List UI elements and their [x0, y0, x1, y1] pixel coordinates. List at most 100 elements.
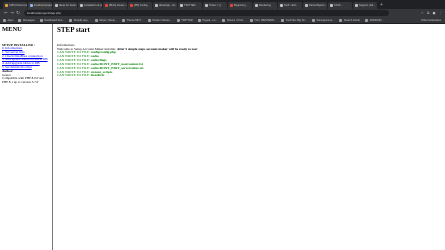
browser-tab[interactable]: Stuff - Ecli...	[278, 2, 302, 9]
write-check-prefix: CAN WRITE TO FILE:	[57, 73, 91, 78]
browser-tab[interactable]: localhost/project/ins...	[28, 2, 52, 9]
profile-icon[interactable]: ●	[432, 11, 435, 15]
bookmark-item[interactable]: Search Article	[339, 18, 360, 22]
bookmark-icon	[176, 18, 180, 22]
bookmark-icon	[339, 18, 343, 22]
browser-tab[interactable]: Ticket: / [ ]	[203, 2, 227, 9]
bookmarks-bar: Apps Messages Dashboard Soc... Shopify app.…	[0, 17, 445, 24]
reload-icon[interactable]: ↻	[15, 11, 21, 16]
bookmark-label: ISC | WESTERN...	[254, 18, 277, 22]
menu-icon[interactable]: ⋮	[439, 11, 443, 15]
bookmark-item[interactable]: Shopify app...	[69, 18, 90, 22]
tab-label: CMS DirectoryCoreCtrl...	[9, 4, 27, 7]
browser-tab[interactable]: IdeasApp - Hc...	[153, 2, 177, 9]
browser-tab[interactable]: Rendering	[253, 2, 277, 9]
tab-label: Ticket: / [ ]	[209, 4, 221, 7]
tab-favicon-icon	[155, 4, 158, 7]
bookmark-item[interactable]: YouTube: Big Kti...	[281, 18, 307, 22]
tab-favicon-icon	[80, 4, 83, 7]
tab-label: localhost/project/ins...	[34, 4, 52, 7]
address-url[interactable]: localhost/project/step.php	[27, 11, 61, 15]
bookmark-icon	[94, 18, 98, 22]
browser-tab[interactable]: Beginning ...	[228, 2, 252, 9]
bookmark-icon	[39, 18, 43, 22]
other-bookmarks-label: Other bookmarks	[421, 18, 441, 22]
page-title: STEP start	[57, 26, 90, 34]
browser-tab[interactable]: TASK...	[328, 2, 352, 9]
browser-tab[interactable]: TWITTER	[178, 2, 202, 9]
bookmark-item[interactable]: Stripe | Setup...	[94, 18, 118, 22]
bookmark-label: Sitemapcomp...	[316, 18, 335, 22]
bookmark-icon	[250, 18, 254, 22]
tab-label: Beginning ...	[234, 4, 249, 7]
bookmark-item[interactable]: TWITTER	[176, 18, 193, 22]
bookmark-icon	[122, 18, 126, 22]
browser-tab[interactable]: Support | Eli...	[353, 2, 377, 9]
bookmark-label: Apps	[7, 18, 14, 22]
bookmark-icon	[281, 18, 285, 22]
tab-label: Stuff - Ecli...	[284, 4, 298, 7]
other-bookmarks[interactable]: Other bookmarks	[421, 19, 441, 22]
tab-label: TASK...	[334, 4, 343, 7]
tab-favicon-icon	[30, 4, 33, 7]
write-check-file: install.txt	[90, 73, 105, 78]
bookmark-item[interactable]: Messages	[18, 18, 35, 22]
bookmark-label: Paypal - cu...	[202, 18, 218, 22]
tab-favicon-icon	[180, 4, 183, 7]
browser-tab[interactable]: [BUG] Issues - ma...	[103, 2, 127, 9]
tab-favicon-icon	[5, 4, 8, 7]
bookmark-item[interactable]: Dashboard Soc...	[39, 18, 64, 22]
star-icon[interactable]: ☆	[421, 11, 424, 15]
bookmark-label: Messages	[22, 18, 35, 22]
menu-title: MENU	[2, 26, 22, 33]
toolbar-icons: ☆ ⧉ ● ⋮	[421, 11, 442, 15]
bookmark-label: TWITTER	[181, 18, 193, 22]
write-check-line: CAN WRITE TO FILE: install.txt	[57, 73, 442, 78]
bookmark-item[interactable]: Apps	[3, 18, 14, 22]
bookmark-item[interactable]: Rooms • Print...	[222, 18, 246, 22]
tab-label: installation-of-project...	[84, 4, 102, 7]
bookmark-icon	[364, 18, 368, 22]
bookmark-label: ANDROID...	[369, 18, 384, 22]
tab-favicon-icon	[280, 4, 283, 7]
bookmark-item[interactable]: Theme MKT...	[122, 18, 143, 22]
browser-tab[interactable]: installation-of-project...	[78, 2, 102, 9]
browser-tab[interactable]: ParseObjects...	[303, 2, 327, 9]
browser-tab[interactable]: [PR] Config...	[128, 2, 152, 9]
setup-steps-list: 0. Informations 1. Set server info 2. Chec…	[2, 46, 50, 70]
bookmark-label: Stripe | Setup...	[99, 18, 118, 22]
address-bar[interactable]: localhost/project/step.php	[24, 10, 389, 16]
main-pane: STEP start Informations Welcome to Setup…	[54, 24, 445, 250]
browser-tab[interactable]: Ideas for basic Confi...	[53, 2, 77, 9]
bookmark-item[interactable]: ISC | WESTERN...	[250, 18, 277, 22]
bookmark-item[interactable]: ANDROID...	[364, 18, 384, 22]
browser-tab[interactable]: CMS DirectoryCoreCtrl...	[3, 2, 27, 9]
bookmark-label: Tandem Stores...	[152, 18, 172, 22]
bookmark-icon	[222, 18, 226, 22]
write-check-log: CAN WRITE TO FILE: config/config.php CAN …	[57, 50, 442, 78]
tab-favicon-icon	[255, 4, 258, 7]
bookmark-label: YouTube: Big Kti...	[285, 18, 307, 22]
compat-note-2: PHP 8.1 up to version 5.7.0	[2, 80, 39, 85]
bookmark-item[interactable]: Paypal - cu...	[197, 18, 218, 22]
tab-label: TWITTER	[184, 4, 196, 7]
bookmark-label: Search Article	[343, 18, 360, 22]
tab-favicon-icon	[305, 4, 308, 7]
tab-label: Ideas for basic Confi...	[59, 4, 77, 7]
tab-label: IdeasApp - Hc...	[159, 4, 177, 7]
tab-favicon-icon	[130, 4, 133, 7]
tab-label: [BUG] Issues - ma...	[109, 4, 127, 7]
tab-favicon-icon	[105, 4, 108, 7]
tab-label: Rendering	[259, 4, 271, 7]
menu-pane: MENU SETUP INSTALLER : 0. Informations 1.…	[0, 24, 53, 250]
browser-toolbar: ← → ↻ localhost/project/step.php ☆ ⧉ ● ⋮	[0, 9, 445, 17]
bookmark-label: Theme MKT...	[126, 18, 143, 22]
bookmark-item[interactable]: Tandem Stores...	[147, 18, 172, 22]
tab-favicon-icon	[205, 4, 208, 7]
extensions-icon[interactable]: ⧉	[427, 11, 430, 15]
tab-label: [PR] Config...	[134, 4, 150, 7]
new-tab-button[interactable]: +	[380, 2, 383, 9]
tab-favicon-icon	[230, 4, 233, 7]
bookmark-item[interactable]: Sitemapcomp...	[311, 18, 335, 22]
bookmark-label: Rooms • Print...	[226, 18, 246, 22]
